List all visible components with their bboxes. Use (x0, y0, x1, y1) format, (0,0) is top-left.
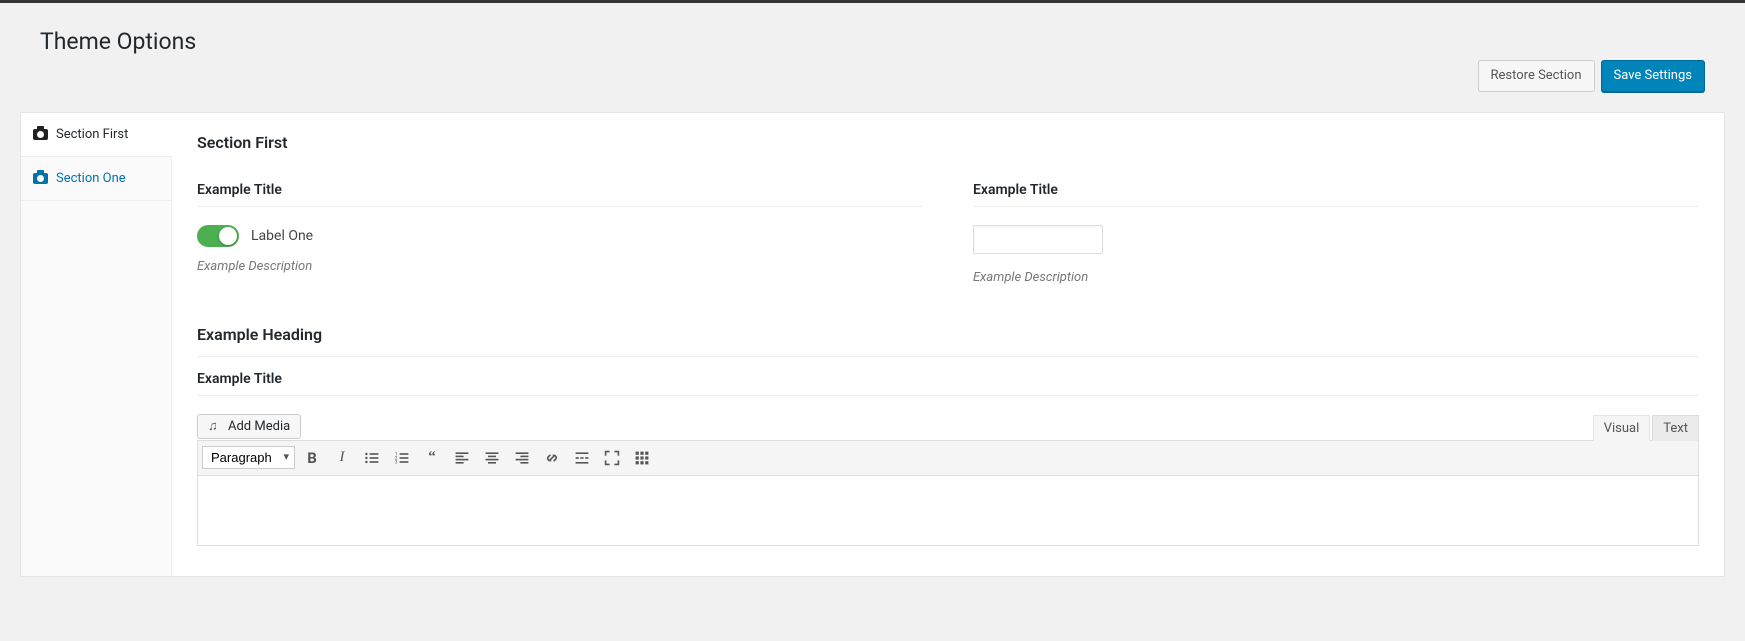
bullet-list-icon (364, 450, 380, 466)
svg-text:3: 3 (395, 459, 398, 465)
camera-icon (33, 173, 48, 184)
field-title: Example Title (197, 182, 923, 207)
toggle-wrap: Label One (197, 225, 923, 247)
options-panel: Section First Section One Section First … (20, 112, 1725, 577)
camera-icon (33, 129, 48, 140)
sidebar-item-label: Section One (56, 171, 126, 186)
save-settings-button[interactable]: Save Settings (1601, 60, 1706, 92)
editor-toolbar: Paragraph B I 123 “ (197, 440, 1699, 476)
text-field: Example Title Example Description (973, 182, 1699, 285)
restore-section-button[interactable]: Restore Section (1478, 60, 1595, 92)
align-center-icon (484, 450, 500, 466)
align-left-icon (454, 450, 470, 466)
page-title: Theme Options (20, 3, 1725, 65)
sidebar-item-label: Section First (56, 127, 128, 142)
field-row: Example Title Label One Example Descript… (197, 182, 1699, 285)
toggle-label: Label One (251, 228, 313, 244)
toggle-field: Example Title Label One Example Descript… (197, 182, 923, 285)
tab-text[interactable]: Text (1652, 415, 1699, 441)
fullscreen-icon (604, 450, 620, 466)
toolbar-toggle-button[interactable] (629, 445, 655, 471)
field-title: Example Title (973, 182, 1699, 207)
section-heading: Section First (197, 133, 1699, 152)
sidebar-item-section-first[interactable]: Section First (21, 113, 172, 157)
bullet-list-button[interactable] (359, 445, 385, 471)
read-more-icon (574, 450, 590, 466)
link-icon (544, 450, 560, 466)
example-text-input[interactable] (973, 225, 1103, 254)
sidebar-item-section-one[interactable]: Section One (21, 157, 171, 201)
italic-button[interactable]: I (329, 445, 355, 471)
editor-tabs: Visual Text (1593, 414, 1699, 440)
example-heading: Example Heading (197, 325, 1699, 357)
add-media-button[interactable]: Add Media (197, 414, 301, 439)
format-select[interactable]: Paragraph (202, 446, 295, 469)
sidebar: Section First Section One (21, 113, 171, 576)
label-one-toggle[interactable] (197, 225, 239, 247)
toggle-knob (219, 227, 237, 245)
content-area: Section First Example Title Label One Ex… (171, 113, 1724, 576)
align-right-button[interactable] (509, 445, 535, 471)
read-more-button[interactable] (569, 445, 595, 471)
blockquote-button[interactable]: “ (419, 445, 445, 471)
align-left-button[interactable] (449, 445, 475, 471)
align-right-icon (514, 450, 530, 466)
editor-media-bar: Add Media Visual Text (197, 414, 1699, 440)
numbered-list-button[interactable]: 123 (389, 445, 415, 471)
top-actions: Restore Section Save Settings (20, 60, 1725, 92)
numbered-list-icon: 123 (394, 450, 410, 466)
add-media-label: Add Media (228, 419, 290, 434)
fullscreen-button[interactable] (599, 445, 625, 471)
editor-content-area[interactable] (197, 476, 1699, 546)
tab-visual[interactable]: Visual (1593, 415, 1651, 441)
field-title: Example Title (197, 371, 1699, 396)
align-center-button[interactable] (479, 445, 505, 471)
bold-button[interactable]: B (299, 445, 325, 471)
link-button[interactable] (539, 445, 565, 471)
toolbar-toggle-icon (634, 450, 650, 466)
media-icon (208, 420, 222, 434)
field-description: Example Description (197, 259, 923, 274)
field-description: Example Description (973, 270, 1699, 285)
